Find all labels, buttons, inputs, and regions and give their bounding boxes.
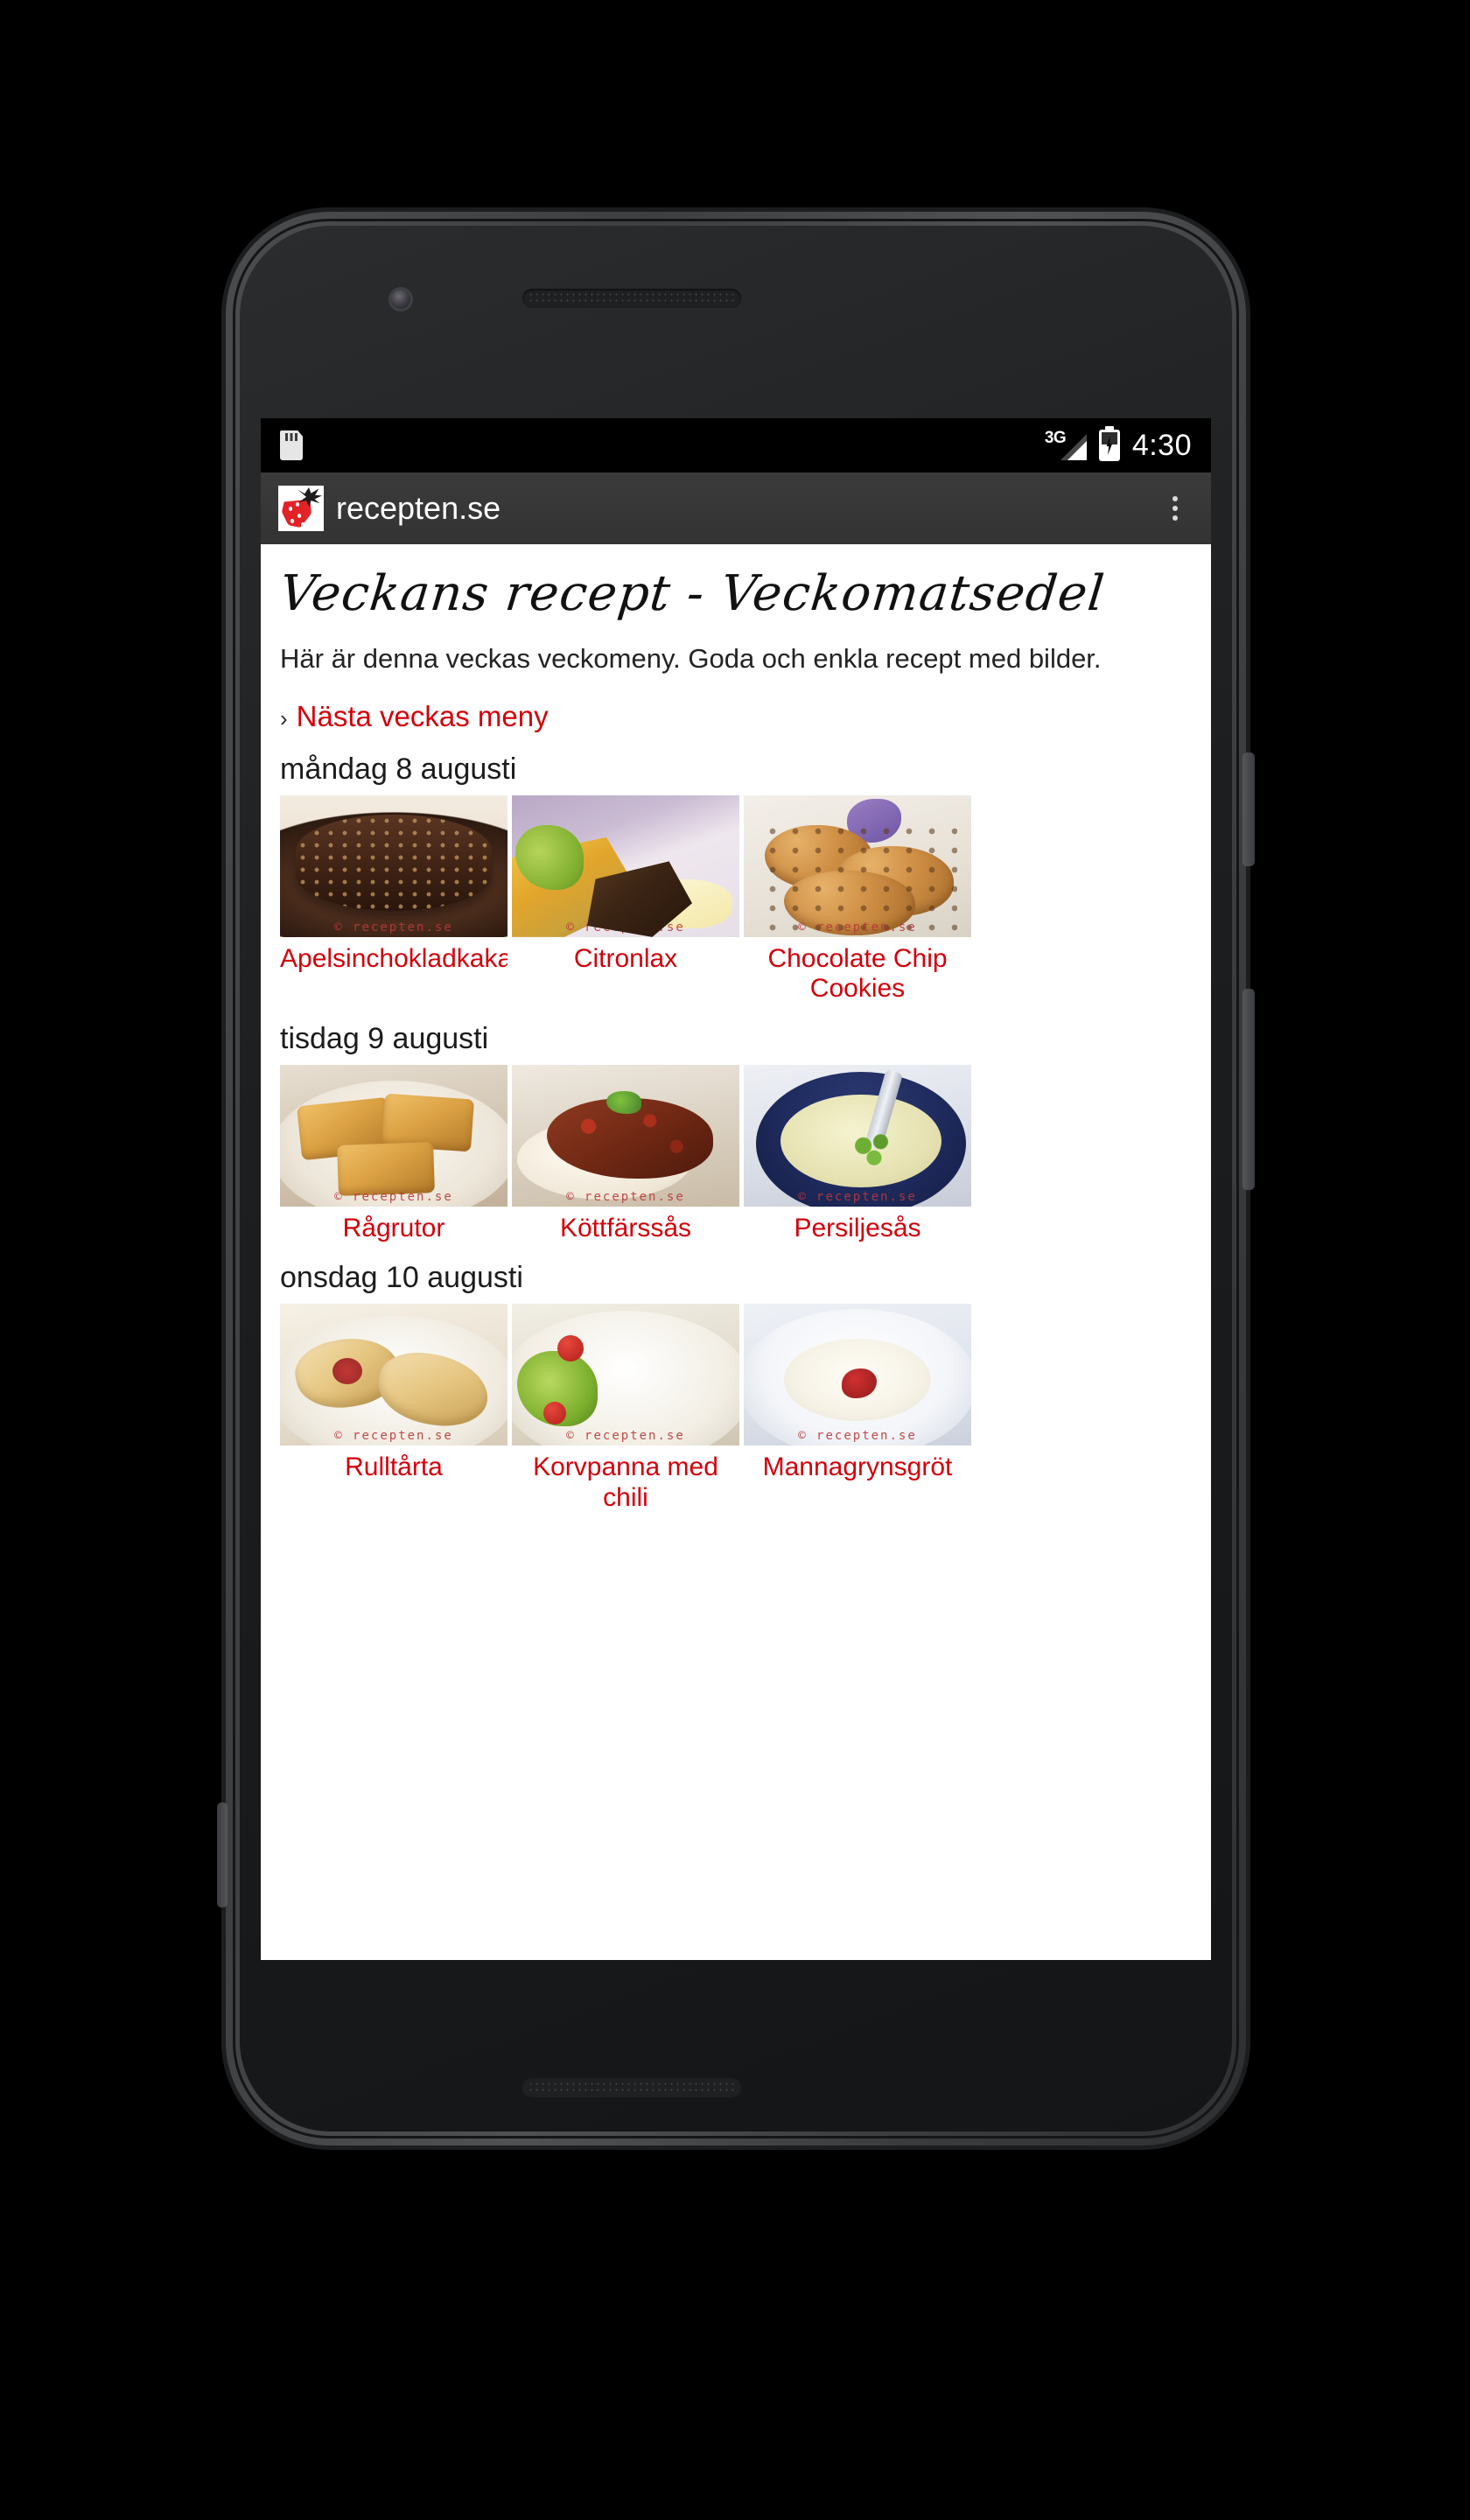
strawberry-logo-icon [278, 486, 324, 531]
swiss-roll-thumb[interactable]: © recepten.se [280, 1304, 508, 1446]
status-bar-right: 3G 4:30 [1044, 428, 1192, 463]
recipe-name[interactable]: Köttfärssås [512, 1214, 739, 1244]
recipe-name[interactable]: Rulltårta [280, 1452, 508, 1483]
chocolate-chip-cookies-thumb[interactable]: © recepten.se [744, 794, 971, 937]
watermark: © recepten.se [334, 920, 453, 934]
earpiece-speaker-icon [522, 289, 741, 308]
phone-screen: 3G 4:30 recepten.se Veckans recept - Vec… [261, 418, 1211, 1960]
recipe-card[interactable]: © recepten.se Chocolate Chip Cookies [744, 794, 971, 1004]
status-bar-clock: 4:30 [1131, 428, 1192, 462]
chocolate-orange-cake-thumb[interactable]: © recepten.se [280, 794, 508, 937]
day-section: onsdag 10 augusti © recepten.se Rulltårt… [280, 1261, 1192, 1513]
overflow-menu-icon[interactable] [1157, 485, 1194, 532]
watermark: © recepten.se [334, 1189, 453, 1204]
recipe-name[interactable]: Citronlax [512, 944, 739, 975]
parsley-sauce-thumb[interactable]: © recepten.se [744, 1064, 971, 1207]
rye-squares-thumb[interactable]: © recepten.se [280, 1064, 508, 1207]
recipe-name[interactable]: Persiljesås [744, 1214, 971, 1244]
recipe-card[interactable]: © recepten.se Mannagrynsgröt [744, 1304, 971, 1513]
recipe-row: © recepten.se Apelsinchokladkaka © recep… [280, 794, 1192, 1004]
recipe-row: © recepten.se Rågrutor © recepten.se Köt… [280, 1064, 1192, 1244]
page-title: Veckans recept - Veckomatsedel [276, 565, 1108, 622]
signal-3g-label: 3G [1044, 429, 1067, 447]
recipe-row: © recepten.se Rulltårta © recepten.se Ko… [280, 1304, 1192, 1513]
recipe-name[interactable]: Korvpanna med chili [512, 1452, 739, 1513]
bottom-speaker-icon [522, 2078, 741, 2097]
left-side-button[interactable] [217, 1802, 228, 1908]
next-week-menu-link[interactable]: › Nästa veckas meny [280, 700, 1192, 733]
web-content: Veckans recept - Veckomatsedel Här är de… [261, 544, 1211, 1960]
semolina-porridge-thumb[interactable]: © recepten.se [744, 1304, 971, 1446]
recipe-card[interactable]: © recepten.se Citronlax [512, 794, 739, 1004]
day-heading: onsdag 10 augusti [280, 1261, 523, 1295]
day-section: tisdag 9 augusti © recepten.se Rågrutor [280, 1022, 1192, 1244]
watermark: © recepten.se [566, 1189, 685, 1204]
sausage-chili-pan-thumb[interactable]: © recepten.se [512, 1304, 739, 1446]
recipe-name[interactable]: Rågrutor [280, 1214, 508, 1244]
chevron-right-icon: › [280, 704, 288, 732]
next-week-menu-label: Nästa veckas meny [296, 699, 549, 732]
signal-3g-icon: 3G [1044, 429, 1087, 460]
sdcard-icon [280, 430, 303, 460]
page-intro-text: Här är denna veckas veckomeny. Goda och … [280, 643, 1102, 674]
front-camera-icon [391, 290, 410, 309]
day-section: måndag 8 augusti © recepten.se Apelsinch… [280, 752, 1192, 1004]
screenshot-stage: 3G 4:30 recepten.se Veckans recept - Vec… [0, 0, 1470, 2520]
app-bar: recepten.se [261, 472, 1211, 544]
power-button[interactable] [1242, 752, 1255, 866]
recipe-card[interactable]: © recepten.se Korvpanna med chili [512, 1304, 739, 1513]
minced-meat-sauce-thumb[interactable]: © recepten.se [512, 1064, 739, 1207]
watermark: © recepten.se [566, 920, 685, 934]
battery-charging-icon [1098, 430, 1120, 461]
watermark: © recepten.se [798, 1429, 917, 1444]
day-heading: tisdag 9 augusti [280, 1021, 489, 1055]
watermark: © recepten.se [798, 1189, 917, 1204]
recipe-name[interactable]: Chocolate Chip Cookies [744, 944, 971, 1004]
watermark: © recepten.se [566, 1429, 685, 1444]
recipe-name[interactable]: Apelsinchokladkaka [280, 944, 508, 975]
recipe-name[interactable]: Mannagrynsgröt [744, 1452, 971, 1483]
watermark: © recepten.se [334, 1429, 453, 1444]
app-bar-title: recepten.se [336, 490, 501, 526]
day-heading: måndag 8 augusti [280, 752, 517, 786]
recipe-card[interactable]: © recepten.se Rulltårta [280, 1304, 508, 1513]
watermark: © recepten.se [798, 920, 917, 934]
recipe-card[interactable]: © recepten.se Köttfärssås [512, 1064, 739, 1244]
recipe-card[interactable]: © recepten.se Persiljesås [744, 1064, 971, 1244]
recipe-card[interactable]: © recepten.se Rågrutor [280, 1064, 508, 1244]
lemon-salmon-thumb[interactable]: © recepten.se [512, 794, 739, 937]
status-bar: 3G 4:30 [261, 418, 1211, 472]
status-bar-left [280, 430, 303, 460]
volume-button[interactable] [1242, 989, 1255, 1190]
recipe-card[interactable]: © recepten.se Apelsinchokladkaka [280, 794, 508, 1004]
